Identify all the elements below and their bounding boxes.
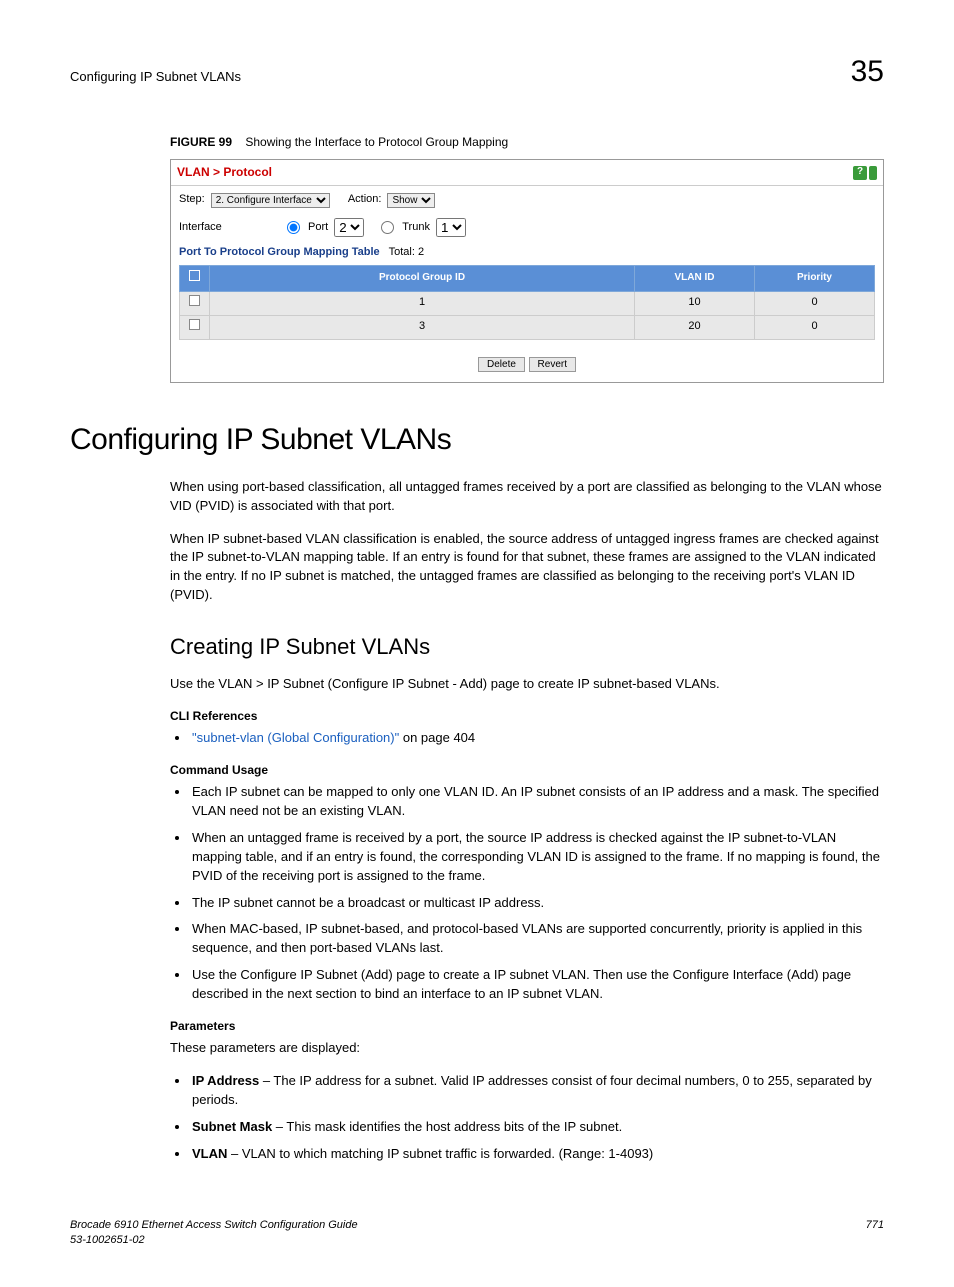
mapping-table: Protocol Group ID VLAN ID Priority 1 10 … — [179, 265, 875, 339]
parameters-list: IP Address – The IP address for a subnet… — [190, 1072, 884, 1163]
cell-vlan: 10 — [635, 291, 755, 315]
footer-doc-number: 53-1002651-02 — [70, 1234, 145, 1246]
panel-help-icons: ? — [853, 166, 877, 180]
parameters-intro: These parameters are displayed: — [170, 1039, 884, 1058]
row-checkbox[interactable] — [189, 319, 200, 330]
port-select[interactable]: 2 — [334, 218, 364, 237]
table-row: 3 20 0 — [180, 315, 875, 339]
param-desc: – VLAN to which matching IP subnet traff… — [227, 1146, 653, 1161]
step-action-row: Step: 2. Configure Interface Action: Sho… — [171, 186, 883, 214]
port-label: Port — [308, 220, 328, 236]
cli-reference-suffix: on page 404 — [399, 730, 475, 745]
footer-title: Brocade 6910 Ethernet Access Switch Conf… — [70, 1219, 358, 1231]
table-row: 1 10 0 — [180, 291, 875, 315]
page-header: Configuring IP Subnet VLANs 35 — [70, 50, 884, 94]
list-item: Subnet Mask – This mask identifies the h… — [190, 1118, 884, 1137]
interface-label: Interface — [179, 220, 279, 236]
select-all-checkbox[interactable] — [189, 270, 200, 281]
figure-screenshot: VLAN > Protocol ? Step: 2. Configure Int… — [170, 159, 884, 383]
col-priority: Priority — [755, 266, 875, 292]
step-select[interactable]: 2. Configure Interface — [211, 193, 330, 208]
parameters-label: Parameters — [170, 1018, 884, 1035]
delete-button[interactable]: Delete — [478, 357, 525, 372]
trunk-select[interactable]: 1 — [436, 218, 466, 237]
action-label: Action: — [348, 192, 382, 208]
list-item: When MAC-based, IP subnet-based, and pro… — [190, 920, 884, 958]
panel-title-bar: VLAN > Protocol ? — [171, 160, 883, 186]
param-desc: – This mask identifies the host address … — [272, 1119, 622, 1134]
trunk-radio[interactable] — [381, 221, 394, 234]
intro-paragraph-1: When using port-based classification, al… — [170, 478, 884, 516]
param-desc: – The IP address for a subnet. Valid IP … — [192, 1073, 872, 1107]
figure-caption-text: Showing the Interface to Protocol Group … — [245, 135, 508, 149]
intro-paragraph-2: When IP subnet-based VLAN classification… — [170, 530, 884, 605]
interface-row: Interface Port 2 Trunk 1 — [171, 214, 883, 241]
list-item: "subnet-vlan (Global Configuration)" on … — [190, 729, 884, 748]
param-term: Subnet Mask — [192, 1119, 272, 1134]
mapping-table-total: Total: 2 — [389, 246, 424, 258]
mapping-table-caption: Port To Protocol Group Mapping Table Tot… — [171, 241, 883, 265]
cell-priority: 0 — [755, 291, 875, 315]
list-item: IP Address – The IP address for a subnet… — [190, 1072, 884, 1110]
cli-references-list: "subnet-vlan (Global Configuration)" on … — [190, 729, 884, 748]
figure-caption: FIGURE 99 Showing the Interface to Proto… — [170, 134, 884, 151]
list-item: Each IP subnet can be mapped to only one… — [190, 783, 884, 821]
mapping-table-title: Port To Protocol Group Mapping Table — [179, 246, 380, 258]
table-buttons: Delete Revert — [171, 348, 883, 383]
param-term: VLAN — [192, 1146, 227, 1161]
command-usage-label: Command Usage — [170, 762, 884, 779]
list-item: When an untagged frame is received by a … — [190, 829, 884, 886]
section-heading-h1: Configuring IP Subnet VLANs — [70, 418, 884, 462]
list-item: VLAN – VLAN to which matching IP subnet … — [190, 1145, 884, 1164]
cli-references-label: CLI References — [170, 708, 884, 725]
trunk-label: Trunk — [402, 220, 430, 236]
cell-group: 3 — [210, 315, 635, 339]
section-heading-h2: Creating IP Subnet VLANs — [170, 631, 884, 663]
footer-page-number: 771 — [866, 1218, 884, 1247]
header-chapter-number: 35 — [851, 50, 884, 94]
cell-group: 1 — [210, 291, 635, 315]
col-vlan-id: VLAN ID — [635, 266, 755, 292]
cli-reference-link[interactable]: "subnet-vlan (Global Configuration)" — [192, 730, 399, 745]
col-group-id: Protocol Group ID — [210, 266, 635, 292]
list-item: Use the Configure IP Subnet (Add) page t… — [190, 966, 884, 1004]
command-usage-list: Each IP subnet can be mapped to only one… — [190, 783, 884, 1003]
figure-label: FIGURE 99 — [170, 135, 232, 149]
step-label: Step: — [179, 192, 205, 208]
cell-vlan: 20 — [635, 315, 755, 339]
footer-doc-info: Brocade 6910 Ethernet Access Switch Conf… — [70, 1218, 358, 1247]
header-checkbox-cell — [180, 266, 210, 292]
info-icon[interactable] — [869, 166, 877, 180]
port-radio[interactable] — [287, 221, 300, 234]
row-checkbox[interactable] — [189, 295, 200, 306]
param-term: IP Address — [192, 1073, 259, 1088]
intro-paragraph-3: Use the VLAN > IP Subnet (Configure IP S… — [170, 675, 884, 694]
list-item: The IP subnet cannot be a broadcast or m… — [190, 894, 884, 913]
help-icon[interactable]: ? — [853, 166, 867, 180]
revert-button[interactable]: Revert — [529, 357, 576, 372]
header-section-title: Configuring IP Subnet VLANs — [70, 68, 241, 87]
action-select[interactable]: Show — [387, 193, 435, 208]
panel-breadcrumb: VLAN > Protocol — [177, 164, 272, 181]
cell-priority: 0 — [755, 315, 875, 339]
page-footer: Brocade 6910 Ethernet Access Switch Conf… — [70, 1218, 884, 1247]
